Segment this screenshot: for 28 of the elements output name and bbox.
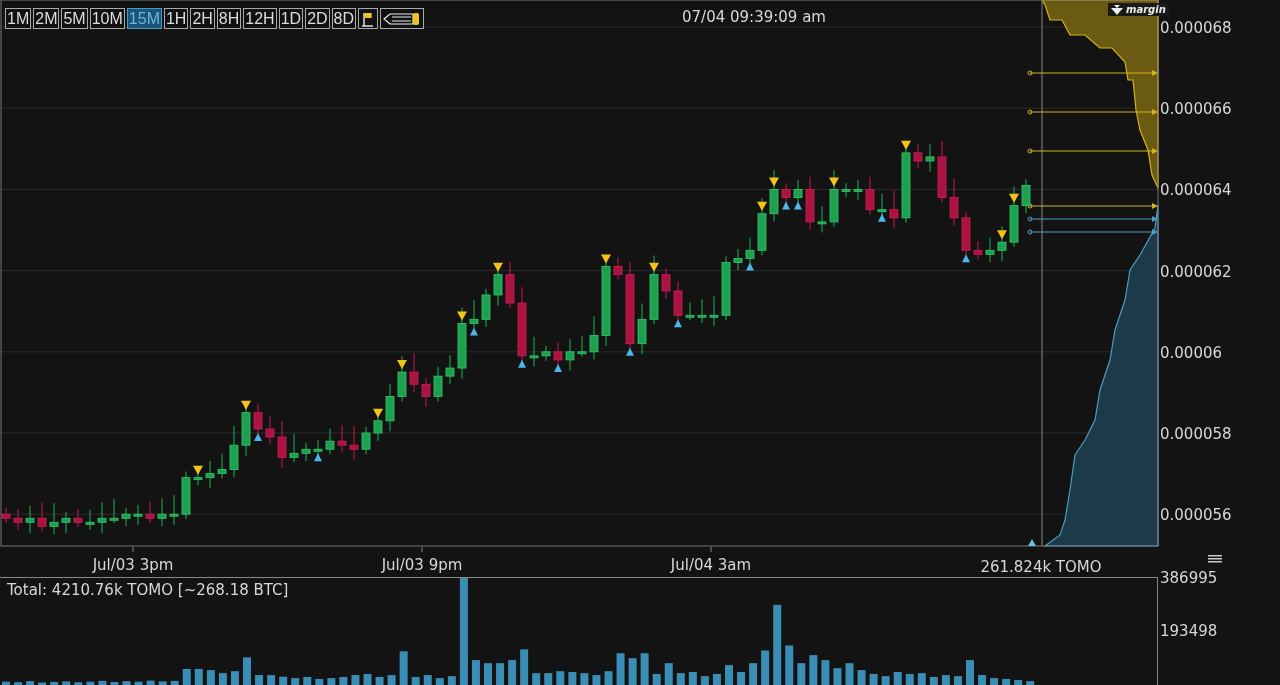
interval-button[interactable]: 10M: [89, 8, 125, 29]
interval-button[interactable]: 15M: [126, 8, 162, 29]
interval-button[interactable]: 5M: [61, 8, 88, 29]
price-axis-label: 0.000068: [1160, 19, 1232, 37]
interval-button[interactable]: 2H: [190, 8, 215, 29]
timestamp: 07/04 09:39:09 am: [682, 8, 826, 26]
interval-button[interactable]: 2M: [33, 8, 60, 29]
price-axis-label: 0.00006: [1160, 343, 1223, 362]
volume-axis-label: 193498: [1160, 623, 1218, 640]
volume-axis-label: 386995: [1160, 569, 1218, 587]
interval-button[interactable]: 12H: [243, 8, 277, 29]
interval-button[interactable]: 1H: [163, 8, 189, 29]
time-axis-label: Jul/03 9pm: [381, 556, 463, 574]
margin-depth-label: margin: [1108, 3, 1169, 16]
interval-button[interactable]: 8H: [216, 8, 242, 29]
total-volume-label: Total: 4210.76k TOMO [~268.18 BTC]: [7, 581, 289, 599]
cursor-volume-label: 261.824k TOMO: [980, 558, 1102, 576]
interval-button[interactable]: 8D: [331, 8, 357, 29]
price-axis-label: 0.000056: [1160, 506, 1232, 525]
interval-button[interactable]: 1D: [278, 8, 304, 29]
interval-button[interactable]: 2D: [305, 8, 330, 29]
interval-button[interactable]: 1M: [5, 8, 32, 29]
price-axis-label: 0.000058: [1160, 425, 1232, 443]
time-axis-label: Jul/03 3pm: [92, 556, 174, 574]
price-axis-label: 0.000064: [1160, 181, 1232, 200]
price-axis-label: 0.000062: [1160, 262, 1232, 281]
time-axis-label: Jul/04 3am: [670, 556, 752, 574]
price-axis-label: 0.000066: [1160, 100, 1232, 119]
